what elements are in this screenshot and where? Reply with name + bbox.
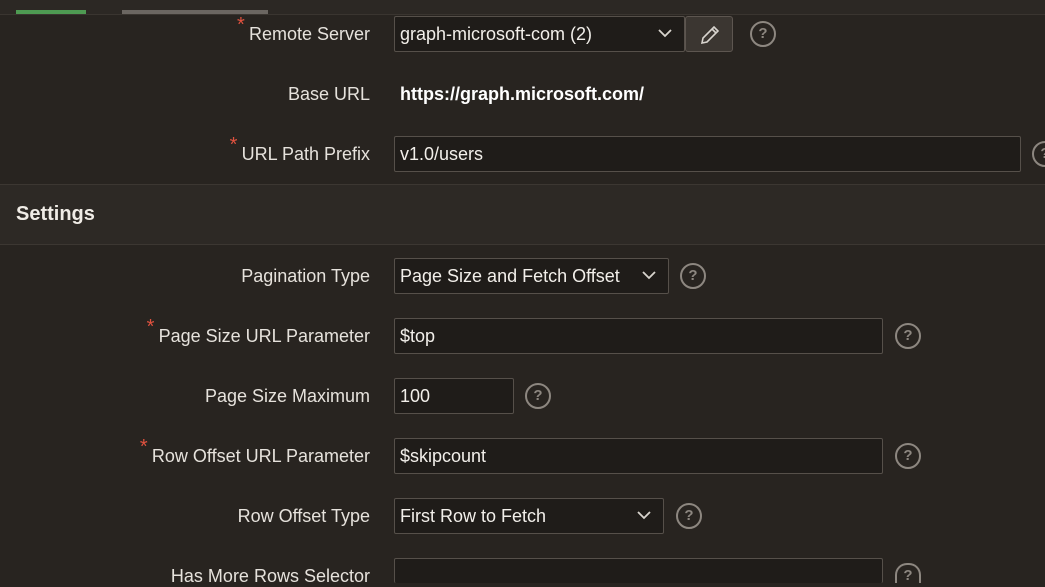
- required-indicator: *: [236, 14, 245, 36]
- page-size-max-label: Page Size Maximum: [204, 386, 370, 406]
- help-icon[interactable]: ?: [895, 563, 921, 583]
- required-indicator: *: [146, 316, 155, 338]
- pagination-type-value: Page Size and Fetch Offset: [400, 266, 620, 286]
- row-offset-type-label: Row Offset Type: [237, 506, 370, 526]
- pagination-type-select[interactable]: Page Size and Fetch Offset: [394, 258, 669, 294]
- remote-server-value: graph-microsoft-com (2): [400, 24, 593, 44]
- page-size-param-input[interactable]: $top: [394, 318, 883, 354]
- remote-server-label: * Remote Server: [236, 14, 370, 44]
- required-indicator: *: [139, 436, 148, 458]
- page-size-max-input[interactable]: 100: [394, 378, 514, 414]
- edit-remote-server-button[interactable]: [685, 16, 733, 52]
- help-icon[interactable]: ?: [1032, 141, 1045, 167]
- help-icon[interactable]: ?: [895, 443, 921, 469]
- chevron-down-icon: [642, 271, 656, 280]
- row-offset-type-select[interactable]: First Row to Fetch: [394, 498, 664, 534]
- pagination-type-label: Pagination Type: [241, 266, 370, 286]
- page-size-param-label: * Page Size URL Parameter: [146, 316, 370, 346]
- settings-title: Settings: [16, 203, 95, 225]
- tab-indicator-inactive[interactable]: [122, 10, 268, 14]
- help-icon[interactable]: ?: [680, 263, 706, 289]
- help-icon[interactable]: ?: [676, 503, 702, 529]
- base-url-label: Base URL: [287, 84, 370, 104]
- has-more-rows-label: Has More Rows Selector: [170, 566, 370, 586]
- base-url-value: https://graph.microsoft.com/: [400, 84, 645, 104]
- remote-server-select[interactable]: graph-microsoft-com (2): [394, 16, 685, 52]
- row-offset-param-input[interactable]: $skipcount: [394, 438, 883, 474]
- url-path-prefix-input[interactable]: v1.0/users: [394, 136, 1021, 172]
- url-path-prefix-label: * URL Path Prefix: [229, 134, 370, 164]
- row-offset-param-label: * Row Offset URL Parameter: [139, 436, 370, 466]
- settings-section-header: Settings: [0, 184, 1045, 245]
- top-tab-strip: [0, 0, 1045, 15]
- help-icon[interactable]: ?: [750, 21, 776, 47]
- help-icon[interactable]: ?: [525, 383, 551, 409]
- pencil-icon: [700, 25, 720, 45]
- chevron-down-icon: [658, 29, 672, 38]
- has-more-rows-input[interactable]: [394, 558, 883, 583]
- tab-indicator-active[interactable]: [16, 10, 86, 14]
- chevron-down-icon: [637, 511, 651, 520]
- row-offset-type-value: First Row to Fetch: [400, 506, 547, 526]
- help-icon[interactable]: ?: [895, 323, 921, 349]
- required-indicator: *: [229, 134, 238, 156]
